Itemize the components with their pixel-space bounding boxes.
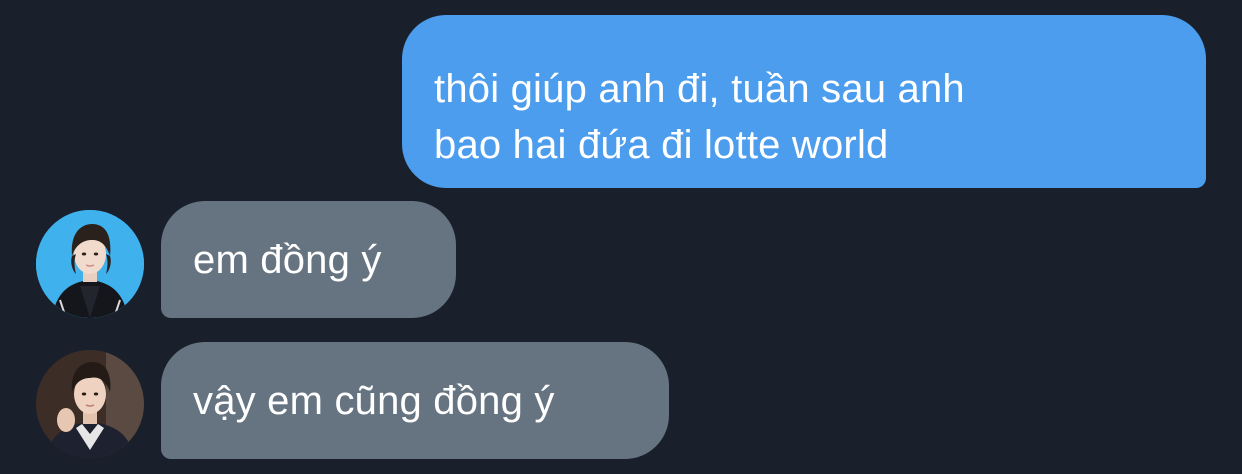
message-text: vậy em cũng đồng ý: [193, 378, 555, 423]
message-text-line: thôi giúp anh đi, tuần sau anh: [434, 67, 965, 111]
incoming-message-bubble[interactable]: vậy em cũng đồng ý: [161, 342, 669, 459]
message-text: em đồng ý: [193, 237, 382, 282]
person-avatar-icon: [36, 210, 144, 318]
chat-thread: thôi giúp anh đi, tuần sau anh bao hai đ…: [0, 0, 1242, 474]
outgoing-message-bubble[interactable]: thôi giúp anh đi, tuần sau anh bao hai đ…: [402, 15, 1206, 188]
person-avatar-icon: [36, 350, 144, 458]
sender-avatar[interactable]: [36, 350, 144, 458]
sender-avatar[interactable]: [36, 210, 144, 318]
incoming-message-bubble[interactable]: em đồng ý: [161, 201, 456, 318]
message-text-line: bao hai đứa đi lotte world: [434, 123, 889, 167]
